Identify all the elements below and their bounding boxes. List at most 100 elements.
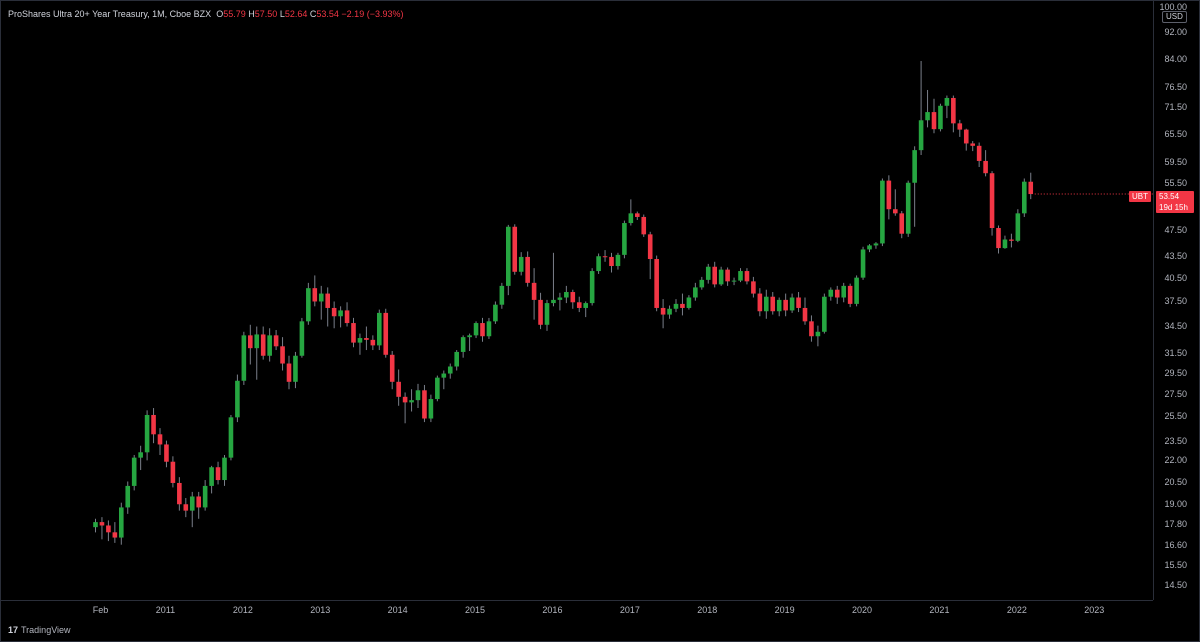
candle: [370, 335, 376, 351]
candle-body-up: [1015, 213, 1021, 241]
candle: [880, 178, 885, 247]
candle: [641, 214, 647, 237]
candle: [125, 481, 131, 514]
candle-body-down: [248, 335, 253, 349]
candle-body-down: [1009, 239, 1014, 241]
candle: [705, 263, 711, 284]
candle-body-up: [615, 254, 621, 267]
price-tick-label: 15.50: [1164, 560, 1187, 571]
symbol-title: ProShares Ultra 20+ Year Treasury, 1M, C…: [8, 9, 212, 19]
candle-body-up: [209, 467, 214, 486]
candle: [506, 224, 511, 296]
candle-body-up: [377, 312, 382, 346]
candle: [770, 292, 776, 315]
candle-body-up: [493, 304, 498, 322]
currency-label[interactable]: USD: [1162, 11, 1187, 23]
candle-body-down: [757, 293, 763, 312]
candle: [306, 282, 311, 325]
tradingview-footer[interactable]: 17 TradingView: [8, 625, 71, 635]
candle: [112, 522, 118, 543]
candle-body-up: [138, 452, 143, 458]
candle: [144, 410, 150, 461]
candle: [583, 301, 588, 318]
candle: [615, 252, 621, 270]
candle-body-down: [273, 335, 279, 347]
candle-body-down: [177, 482, 182, 505]
candle-body-down: [389, 354, 395, 382]
candle-body-up: [409, 400, 414, 403]
candle-body-up: [415, 390, 421, 401]
candle-body-down: [783, 299, 788, 311]
price-tick-label: 71.50: [1164, 102, 1187, 113]
candle: [164, 440, 169, 468]
candle: [622, 220, 627, 259]
candle-body-down: [951, 97, 956, 124]
candle: [944, 95, 950, 119]
candle-body-up: [589, 271, 595, 304]
candle: [822, 293, 827, 334]
legend-high: H57.50: [248, 9, 278, 19]
candle-body-up: [731, 280, 737, 282]
candle: [1015, 209, 1021, 243]
price-tick-label: 47.50: [1164, 224, 1187, 235]
candle-body-up: [189, 496, 195, 511]
candle-body-up: [1002, 239, 1008, 249]
candle: [177, 477, 182, 511]
candle-body-up: [518, 256, 524, 272]
candle-body-up: [93, 522, 98, 528]
candle: [693, 282, 698, 301]
candle: [647, 231, 653, 280]
candle: [886, 175, 892, 220]
candle-body-up: [667, 308, 672, 315]
candle: [460, 335, 466, 358]
candle-body-down: [931, 112, 937, 130]
candle: [428, 394, 434, 423]
candle-body-up: [119, 507, 124, 538]
candle-body-down: [402, 396, 408, 403]
candle: [854, 275, 859, 307]
candle: [712, 261, 717, 288]
candle-body-up: [564, 292, 569, 298]
candle: [680, 293, 685, 316]
candle: [493, 301, 498, 324]
candle: [480, 317, 485, 342]
candle: [189, 491, 195, 528]
candle: [970, 141, 975, 152]
candle: [351, 317, 356, 348]
candle: [899, 210, 905, 239]
candle-body-up: [454, 351, 459, 367]
candle: [383, 308, 389, 358]
candle-body-up: [544, 303, 550, 325]
candle-body-up: [441, 373, 447, 378]
candle: [686, 295, 692, 310]
candle-body-down: [893, 209, 898, 214]
candle: [873, 242, 879, 249]
candle: [183, 498, 189, 518]
candle: [377, 309, 382, 351]
candle-body-up: [222, 457, 227, 481]
candle: [441, 370, 447, 390]
candle: [364, 326, 369, 351]
candle: [551, 252, 556, 307]
price-tick-label: 65.50: [1164, 128, 1187, 139]
candle: [338, 306, 343, 328]
candle: [738, 268, 743, 283]
candle-body-down: [286, 363, 292, 382]
candle-body-down: [422, 390, 427, 419]
candle-body-down: [660, 307, 666, 315]
candle-body-down: [680, 303, 685, 308]
candle: [512, 224, 518, 275]
candle: [325, 287, 330, 327]
candle: [99, 517, 105, 540]
candlestick-chart[interactable]: [0, 0, 1153, 600]
time-tick-label: 2018: [697, 605, 718, 615]
candle-body-down: [809, 321, 814, 337]
candle-body-up: [125, 485, 131, 508]
candle-body-up: [267, 335, 272, 356]
price-axis[interactable]: 100.00 92.00 84.00 76.50 71.50 65.50 59.50 55.5…: [1153, 0, 1200, 600]
candle-body-up: [293, 355, 298, 382]
candle-body-down: [976, 145, 982, 161]
bar-countdown: 19d 15h: [1159, 203, 1188, 212]
candle-body-up: [202, 485, 208, 508]
candle-body-down: [331, 307, 337, 317]
